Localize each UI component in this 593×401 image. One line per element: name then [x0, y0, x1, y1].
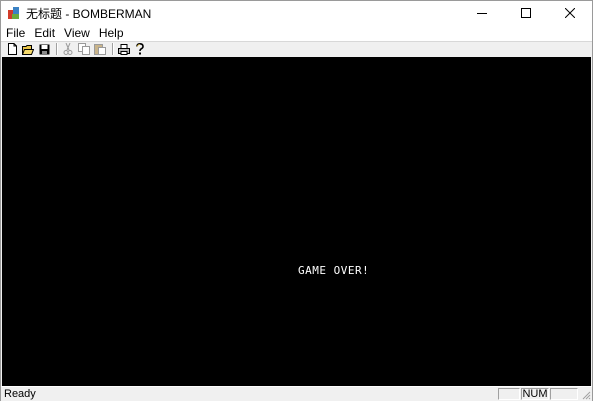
paste-button[interactable] — [93, 43, 107, 56]
print-button[interactable] — [117, 43, 131, 56]
menu-file[interactable]: File — [2, 25, 29, 41]
copy-button[interactable] — [77, 43, 91, 56]
help-button[interactable] — [133, 43, 147, 56]
paste-icon — [94, 44, 106, 55]
save-button[interactable] — [37, 43, 51, 56]
menu-help[interactable]: Help — [95, 25, 128, 41]
menu-bar: File Edit View Help — [1, 25, 592, 41]
maximize-button[interactable] — [504, 1, 548, 25]
new-file-button[interactable] — [5, 43, 19, 56]
close-icon — [565, 8, 575, 18]
game-over-message: GAME OVER! — [298, 264, 370, 277]
new-file-icon — [7, 43, 17, 55]
cut-icon — [63, 43, 73, 55]
menu-edit[interactable]: Edit — [30, 25, 59, 41]
save-icon — [39, 44, 49, 54]
open-folder-icon — [22, 44, 34, 55]
status-text: Ready — [4, 388, 36, 400]
close-button[interactable] — [548, 1, 592, 25]
title-bar[interactable]: 无标题 - BOMBERMAN — [1, 1, 592, 25]
app-window: 无标题 - BOMBERMAN File Edit View Help GAME… — [0, 0, 593, 401]
window-controls — [460, 1, 592, 25]
status-pane-num: NUM — [521, 388, 549, 400]
toolbar — [1, 41, 592, 56]
paint-app-icon[interactable] — [7, 6, 21, 20]
game-canvas[interactable]: GAME OVER! — [2, 57, 591, 386]
minimize-icon — [477, 13, 487, 14]
toolbar-separator — [112, 43, 114, 55]
toolbar-separator — [56, 43, 58, 55]
maximize-icon — [521, 8, 531, 18]
copy-icon — [78, 43, 90, 55]
print-icon — [118, 43, 130, 55]
help-icon — [136, 43, 144, 55]
window-title: 无标题 - BOMBERMAN — [26, 6, 152, 21]
status-pane-scroll — [550, 388, 578, 400]
minimize-button[interactable] — [460, 1, 504, 25]
status-bar: Ready NUM — [1, 386, 592, 401]
resize-grip-icon[interactable] — [581, 390, 591, 400]
menu-view[interactable]: View — [60, 25, 94, 41]
open-button[interactable] — [21, 43, 35, 56]
cut-button[interactable] — [61, 43, 75, 56]
status-pane-caps — [498, 388, 520, 400]
